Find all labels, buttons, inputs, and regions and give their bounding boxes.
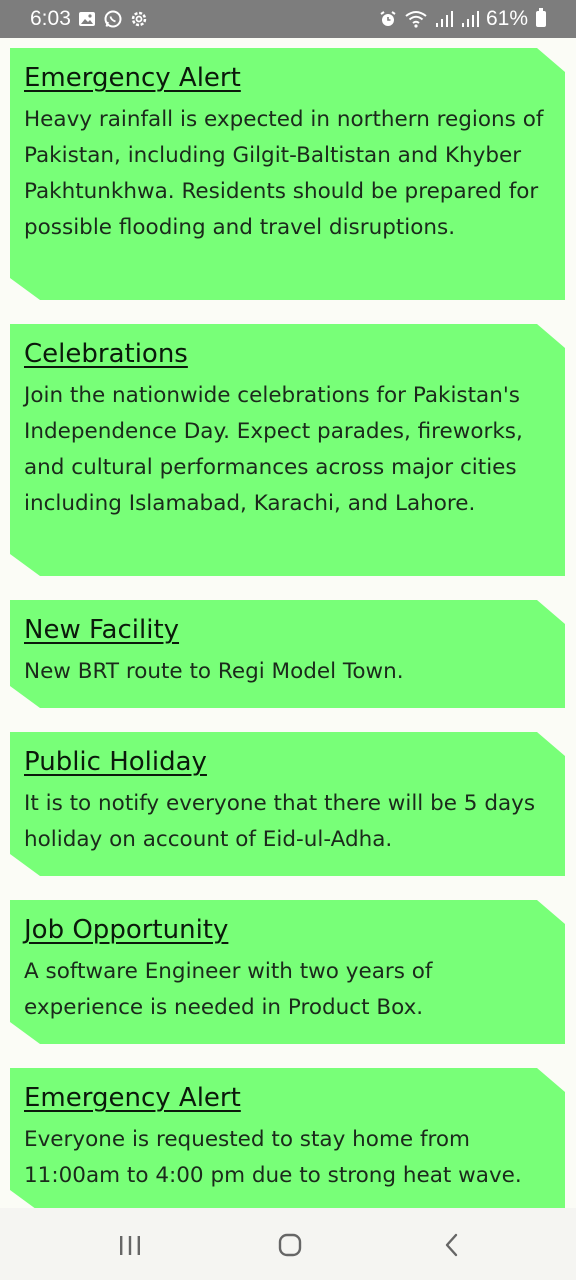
card-title: Emergency Alert xyxy=(24,1083,241,1113)
card-body: Heavy rainfall is expected in northern r… xyxy=(24,107,544,240)
alarm-icon xyxy=(380,11,396,26)
status-bar-right: 61% xyxy=(378,7,546,31)
back-button[interactable] xyxy=(432,1230,472,1260)
recent-apps-icon xyxy=(120,1236,140,1255)
settings-icon xyxy=(131,11,147,27)
gallery-icon xyxy=(78,12,95,26)
notice-card[interactable]: New Facility New BRT route to Regi Model… xyxy=(10,600,565,708)
notice-card[interactable]: Public Holiday It is to notify everyone … xyxy=(10,732,565,876)
back-icon xyxy=(445,1233,458,1257)
card-title: Emergency Alert xyxy=(24,63,241,93)
card-body: New BRT route to Regi Model Town. xyxy=(24,659,404,684)
status-bar: 6:03 61% xyxy=(0,0,576,38)
notice-list[interactable]: Emergency Alert Heavy rainfall is expect… xyxy=(0,38,576,1208)
card-title: Job Opportunity xyxy=(24,915,229,945)
card-body: Everyone is requested to stay home from … xyxy=(24,1127,522,1188)
card-body: It is to notify everyone that there will… xyxy=(24,791,536,852)
card-body: A software Engineer with two years of ex… xyxy=(24,959,433,1020)
whatsapp-icon xyxy=(104,10,122,28)
status-bar-left: 6:03 xyxy=(30,7,149,31)
navigation-bar xyxy=(0,1208,576,1280)
home-button[interactable] xyxy=(270,1230,310,1260)
card-title: Celebrations xyxy=(24,339,188,369)
recent-apps-button[interactable] xyxy=(110,1230,150,1260)
notice-card[interactable]: Emergency Alert Everyone is requested to… xyxy=(10,1068,565,1208)
card-title: New Facility xyxy=(24,615,180,645)
home-icon xyxy=(278,1233,302,1257)
notice-card[interactable]: Emergency Alert Heavy rainfall is expect… xyxy=(10,48,565,300)
battery-percent: 61% xyxy=(485,7,528,30)
clock: 6:03 xyxy=(30,7,71,30)
wifi-icon xyxy=(405,11,427,28)
notice-card[interactable]: Job Opportunity A software Engineer with… xyxy=(10,900,565,1044)
signal-icon xyxy=(435,11,453,27)
card-body: Join the nationwide celebrations for Pak… xyxy=(24,383,523,516)
battery-icon xyxy=(536,8,546,27)
notice-card[interactable]: Celebrations Join the nationwide celebra… xyxy=(10,324,565,576)
card-title: Public Holiday xyxy=(24,747,207,777)
signal-icon xyxy=(461,11,479,27)
